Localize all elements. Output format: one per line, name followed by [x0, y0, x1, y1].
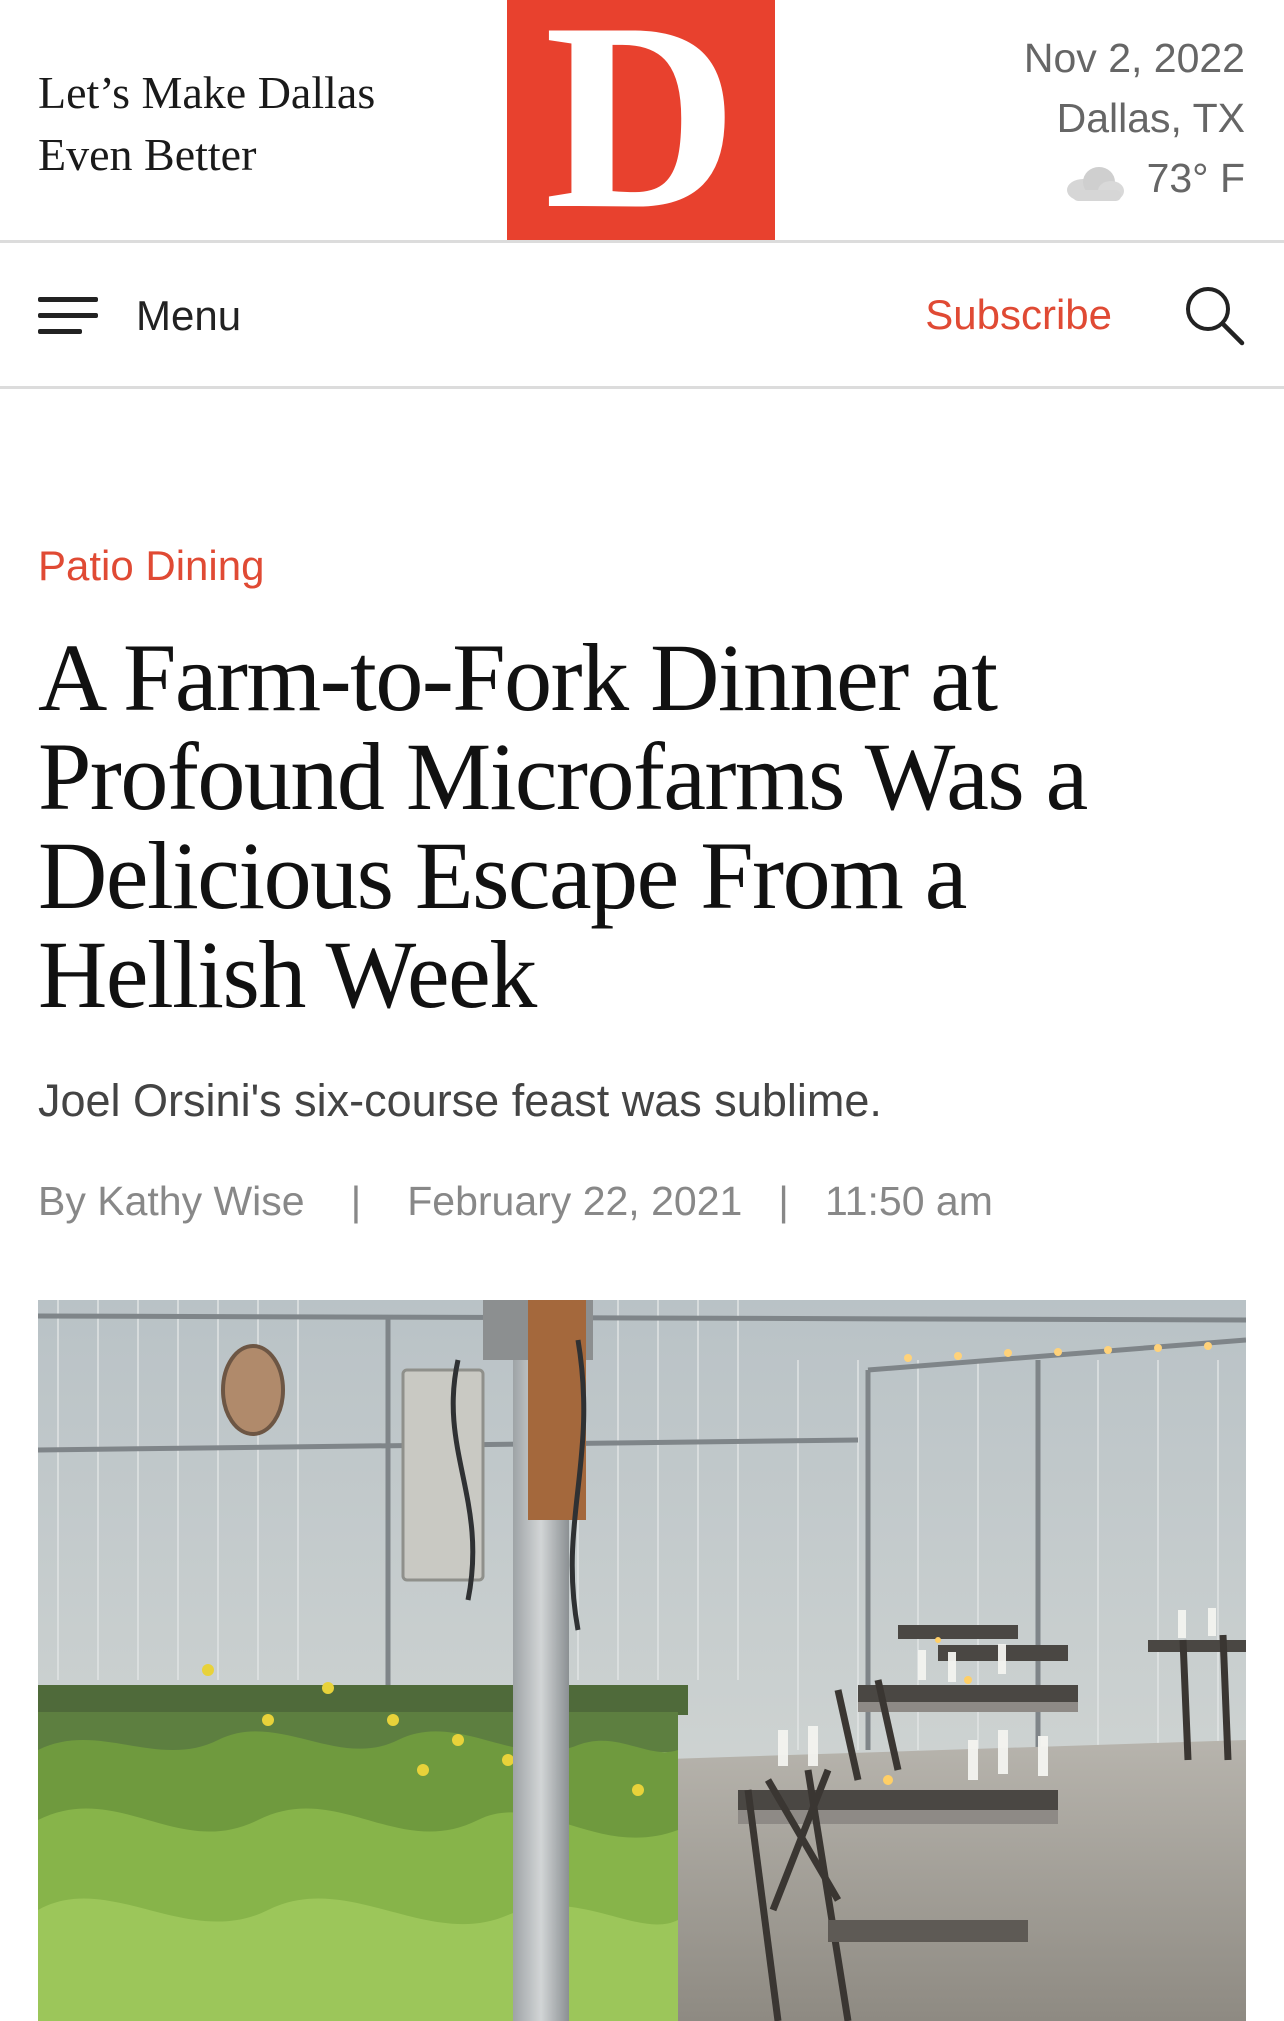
current-location: Dallas, TX	[1056, 95, 1245, 141]
logo-letter: D	[544, 0, 738, 240]
cloud-icon	[1063, 158, 1125, 201]
hamburger-icon	[38, 293, 98, 339]
date-weather-block: Nov 2, 2022 Dallas, TX 73° F	[1024, 28, 1245, 208]
article-dek: Joel Orsini's six-course feast was subli…	[38, 1075, 882, 1126]
headline-line: Profound Microfarms Was a	[38, 723, 1088, 830]
current-date: Nov 2, 2022	[1023, 35, 1245, 81]
hero-image[interactable]	[38, 1300, 1246, 2021]
search-icon[interactable]	[1182, 283, 1246, 347]
weather-row: 73° F	[1024, 148, 1245, 208]
publish-date: February 22, 2021	[407, 1178, 743, 1224]
nav-bar: Menu Subscribe	[0, 243, 1284, 387]
author-name[interactable]: By Kathy Wise	[38, 1178, 305, 1225]
site-tagline: Let’s Make Dallas Even Better	[38, 62, 458, 186]
byline-separator: |	[350, 1178, 362, 1224]
tagline-line-1: Let’s Make Dallas	[38, 67, 376, 118]
byline-separator: |	[778, 1178, 789, 1224]
site-header: Let’s Make Dallas Even Better D Nov 2, 2…	[0, 0, 1284, 240]
menu-button[interactable]: Menu	[38, 287, 241, 345]
headline-line: Hellish Week	[38, 921, 537, 1028]
headline-line: Delicious Escape From a	[38, 822, 967, 929]
temperature: 73° F	[1146, 155, 1245, 201]
tagline-line-2: Even Better	[38, 129, 257, 180]
nav-divider	[0, 386, 1284, 389]
d-magazine-logo[interactable]: D	[507, 0, 775, 240]
menu-label: Menu	[136, 292, 242, 339]
headline-line: A Farm-to-Fork Dinner at	[38, 624, 998, 731]
subscribe-link[interactable]: Subscribe	[925, 291, 1112, 339]
category-link[interactable]: Patio Dining	[38, 542, 264, 590]
publish-time: 11:50 am	[824, 1178, 993, 1224]
article-byline: By Kathy Wise | February 22, 2021 | 11:5…	[38, 1178, 993, 1225]
article-headline: A Farm-to-Fork Dinner at Profound Microf…	[38, 628, 1248, 1024]
